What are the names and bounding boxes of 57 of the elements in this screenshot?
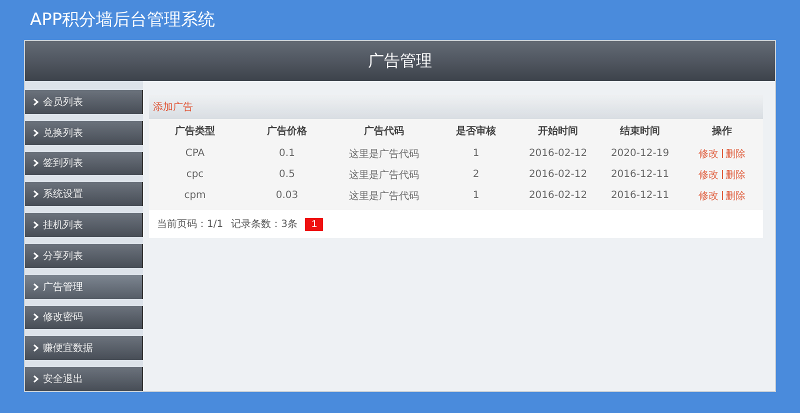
sidebar-item[interactable]: 广告管理 (25, 274, 143, 299)
table-cell-text: CPA (184, 147, 206, 161)
action-link[interactable]: 删除 (726, 168, 746, 182)
table-cell-text: 这里是广告代码 (348, 190, 420, 204)
table-cell-text: 0.1 (278, 147, 296, 161)
chevron-icon (33, 128, 39, 137)
chevron-icon (33, 98, 39, 106)
sidebar-item[interactable]: 修改密码 (25, 306, 143, 330)
sidebar-item[interactable]: 签到列表 (25, 152, 143, 176)
table-cell-text: 2016-12-11 (610, 189, 670, 203)
column-header: 广告类型 (174, 124, 216, 139)
page-title: 广告管理 (368, 50, 432, 72)
table-cell-text: 1 (472, 147, 480, 161)
action-link[interactable]: 修改 (698, 146, 718, 160)
page-button[interactable]: 1 (305, 218, 324, 230)
sidebar-item[interactable]: 会员列表 (25, 90, 143, 114)
sidebar-item[interactable]: 安全退出 (25, 367, 143, 391)
column-header: 结束时间 (618, 124, 661, 139)
sidebar-item[interactable]: 分享列表 (25, 244, 143, 268)
current-page-text: 当前页码：1/1 (157, 218, 224, 231)
sidebar-item[interactable]: 兑换列表 (25, 120, 143, 145)
chevron-icon (33, 375, 39, 384)
chevron-icon (33, 221, 39, 230)
record-count-text: 记录条数：3条 (231, 218, 298, 231)
table-cell-text: 2016-12-11 (610, 168, 670, 182)
sidebar-item[interactable]: 赚便宜数据 (25, 336, 143, 360)
action-link[interactable]: 修改 (698, 188, 718, 202)
column-header: 广告价格 (266, 124, 308, 139)
table-cell-text: 这里是广告代码 (348, 168, 420, 182)
sidebar-item[interactable]: 挂机列表 (25, 213, 143, 237)
table-cell-text: 1 (472, 189, 480, 203)
chevron-icon (33, 190, 39, 198)
chevron-icon (33, 344, 39, 352)
table-cell-text: 0.03 (274, 189, 300, 203)
column-header: 广告代码 (363, 124, 405, 139)
action-link[interactable]: 删除 (726, 146, 746, 160)
table-cell-text: 这里是广告代码 (348, 148, 420, 162)
table-cell-text: 2020-12-19 (610, 147, 670, 161)
sidebar-item[interactable]: 系统设置 (25, 182, 143, 206)
table-cell-text: 2016-02-12 (528, 168, 588, 182)
table-cell-text: cpm (183, 189, 207, 203)
action-link[interactable]: 删除 (726, 188, 746, 202)
table-cell-text: cpc (185, 168, 205, 182)
chevron-icon (33, 313, 39, 322)
action-link[interactable]: 修改 (698, 168, 718, 182)
column-header: 是否审核 (455, 124, 497, 139)
chevron-icon (33, 282, 39, 291)
table-cell-text: 2016-02-12 (528, 189, 588, 203)
table-cell-text: 2 (472, 168, 480, 182)
app-title: APP积分墙后台管理系统 (29, 9, 216, 32)
column-header: 开始时间 (537, 124, 579, 139)
chevron-icon (33, 159, 39, 168)
column-header: 操作 (710, 124, 733, 139)
chevron-icon (33, 252, 39, 260)
add-ad-link[interactable]: 添加广告 (153, 100, 193, 114)
table-cell-text: 0.5 (278, 168, 296, 182)
table-cell-text: 2016-02-12 (528, 147, 588, 161)
